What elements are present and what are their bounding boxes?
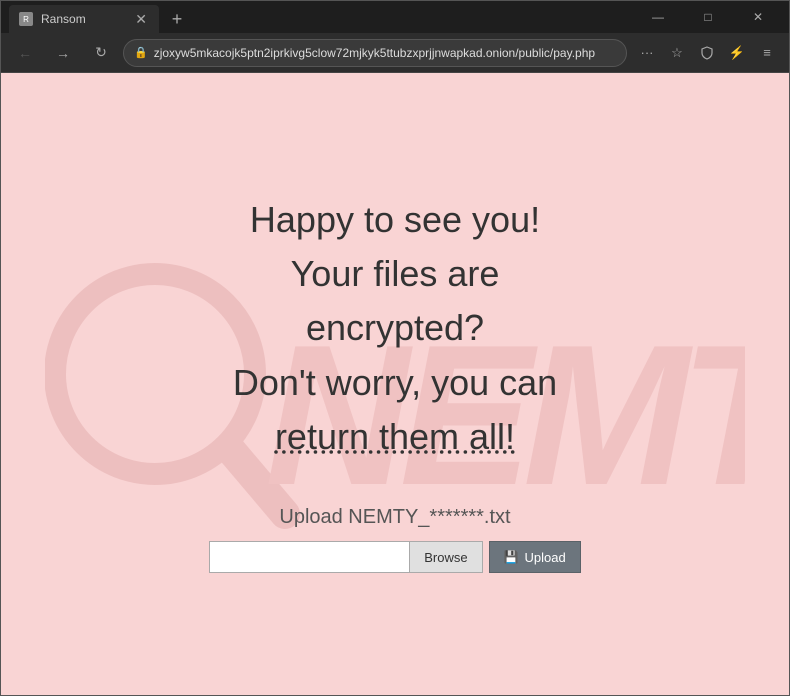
- browse-button[interactable]: Browse: [409, 541, 482, 573]
- upload-btn-label: Upload: [525, 550, 566, 565]
- upload-label: Upload NEMTY_*******.txt: [209, 506, 581, 529]
- upload-icon: 💾: [504, 550, 519, 564]
- browser-tab[interactable]: R Ransom ✕: [9, 5, 159, 33]
- forward-button[interactable]: →: [47, 37, 79, 69]
- file-input-display: [209, 541, 409, 573]
- underline-text: return them all!: [275, 416, 515, 457]
- address-bar[interactable]: 🔒 zjoxyw5mkacojk5ptn2iprkivg5clow72mjkyk…: [123, 39, 627, 67]
- close-button[interactable]: ✕: [735, 1, 781, 33]
- headline-line4: Don't worry, you can: [233, 358, 557, 408]
- favorites-button[interactable]: ☆: [663, 39, 691, 67]
- minimize-button[interactable]: —: [635, 1, 681, 33]
- main-text: Happy to see you! Your files are encrypt…: [233, 195, 557, 467]
- title-bar: R Ransom ✕ + — □ ✕: [1, 1, 789, 33]
- upload-button[interactable]: 💾 Upload: [489, 541, 581, 573]
- back-button[interactable]: ←: [9, 37, 41, 69]
- navigation-bar: ← → ↻ 🔒 zjoxyw5mkacojk5ptn2iprkivg5clow7…: [1, 33, 789, 73]
- tab-favicon: R: [19, 12, 33, 26]
- lock-icon: 🔒: [134, 46, 148, 59]
- headline-line1: Happy to see you!: [233, 195, 557, 245]
- tab-close-button[interactable]: ✕: [133, 11, 149, 28]
- upload-controls: Browse 💾 Upload: [209, 541, 581, 573]
- headline-line3: encrypted?: [233, 303, 557, 353]
- refresh-button[interactable]: ↻: [85, 37, 117, 69]
- page-content: NEMTY Happy to see you! Your files are e…: [1, 73, 789, 695]
- nav-right-buttons: ··· ☆ ⚡ ≡: [633, 39, 781, 67]
- window-controls: — □ ✕: [635, 1, 781, 33]
- menu-button[interactable]: ≡: [753, 39, 781, 67]
- headline-line2: Your files are: [233, 249, 557, 299]
- tab-area: R Ransom ✕ +: [9, 1, 635, 33]
- headline-underline: return them all!: [233, 412, 557, 462]
- more-button[interactable]: ···: [633, 39, 661, 67]
- maximize-button[interactable]: □: [685, 1, 731, 33]
- new-tab-button[interactable]: +: [163, 5, 191, 33]
- upload-section: Upload NEMTY_*******.txt Browse 💾 Upload: [209, 506, 581, 573]
- shield-button[interactable]: [693, 39, 721, 67]
- tab-title: Ransom: [41, 12, 125, 26]
- lightning-button[interactable]: ⚡: [723, 39, 751, 67]
- url-text: zjoxyw5mkacojk5ptn2iprkivg5clow72mjkyk5t…: [154, 46, 616, 60]
- browser-window: R Ransom ✕ + — □ ✕ ← → ↻ 🔒 zjoxyw5mkacoj…: [0, 0, 790, 696]
